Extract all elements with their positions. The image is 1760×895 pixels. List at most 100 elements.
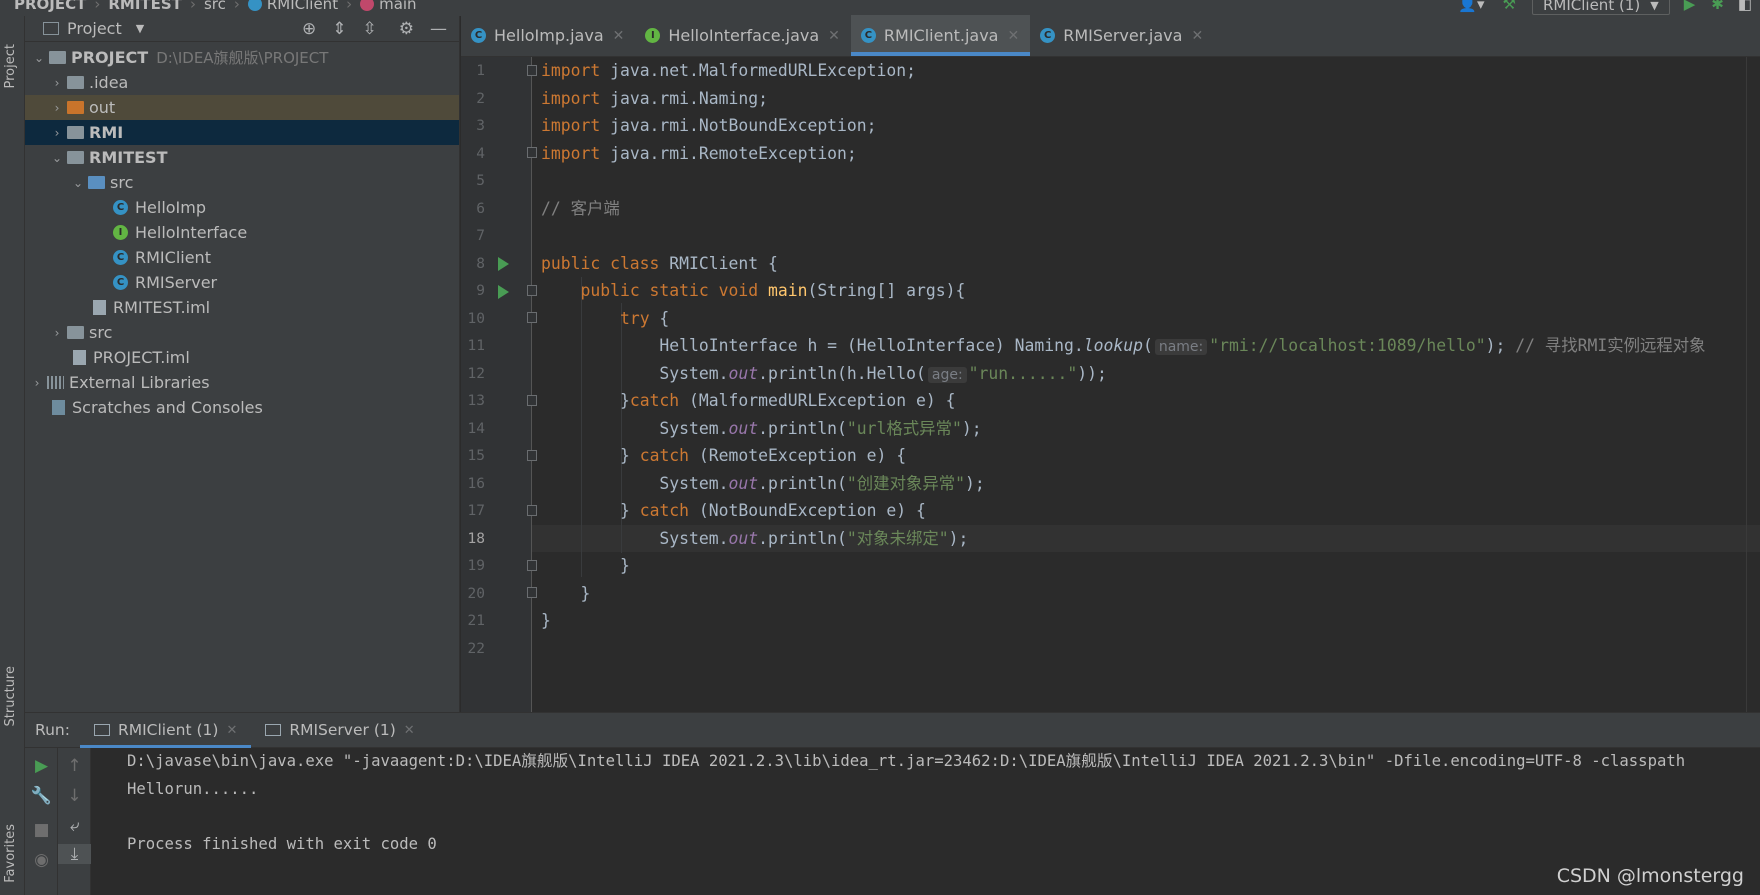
tab-hellointerface[interactable]: I HelloInterface.java ✕ [635,15,851,56]
favorites-tool-tab[interactable]: Favorites [3,824,18,883]
code-line[interactable]: System.out.println(h.Hello(age: "run.....… [541,360,1107,388]
close-icon[interactable]: ✕ [404,723,415,738]
tree-item-helloimp[interactable]: C HelloImp [25,195,459,220]
code-editor[interactable]: 1 2 3 4 5 6 7 8 9 10 11 12 13 14 15 16 1… [461,57,1760,712]
parameter-hint: age: [927,366,967,383]
code-line[interactable]: // 客户端 [541,195,620,223]
tree-item-rmitest[interactable]: ⌄ RMITEST [25,145,459,170]
code-line[interactable]: System.out.println("url格式异常"); [541,415,981,443]
chevron-right-icon[interactable]: › [27,376,47,390]
chevron-right-icon[interactable]: › [47,101,67,115]
code-line[interactable]: public class RMIClient { [541,250,778,278]
user-icon[interactable]: 👤▾ [1458,0,1484,13]
breadcrumb-method[interactable]: main [379,0,416,12]
run-tab-rmiserver[interactable]: RMIServer (1) ✕ [251,713,428,748]
tree-item-hellointerface[interactable]: I HelloInterface [25,220,459,245]
line-number: 22 [467,640,485,657]
camera-icon[interactable]: ◉ [25,850,58,870]
coverage-icon[interactable]: ◧ [1738,0,1752,13]
chevron-down-icon[interactable]: ⌄ [47,151,67,165]
arrow-up-icon[interactable]: ↑ [58,756,91,776]
chevron-down-icon[interactable]: ▼ [136,22,144,35]
fold-icon[interactable] [527,312,537,323]
breadcrumb-module[interactable]: RMITEST [108,0,182,12]
hide-icon[interactable]: — [430,19,447,39]
wrench-icon[interactable]: 🔧 [25,786,58,806]
code-line[interactable]: public static void main(String[] args){ [541,277,965,305]
tree-item-out[interactable]: › out [25,95,459,120]
close-icon[interactable]: ✕ [1191,28,1203,44]
arrow-down-icon[interactable]: ↓ [58,786,91,806]
code-line[interactable]: import java.rmi.Naming; [541,85,768,113]
project-view-select[interactable]: Project [67,19,122,38]
gear-icon[interactable]: ⚙ [399,19,414,39]
tree-item-rmiclient[interactable]: C RMIClient [25,245,459,270]
chevron-down-icon[interactable]: ⌄ [29,51,49,65]
chevron-down-icon[interactable]: ⌄ [68,176,88,190]
breadcrumb-project[interactable]: PROJECT [14,0,86,12]
tree-item-external-libraries[interactable]: › External Libraries [25,370,459,395]
scroll-to-end-icon[interactable]: ⤓ [58,844,91,864]
close-icon[interactable]: ✕ [226,723,237,738]
tree-item-root-src[interactable]: › src [25,320,459,345]
tree-item-src[interactable]: ⌄ src [25,170,459,195]
tab-rmiserver[interactable]: C RMIServer.java ✕ [1030,15,1214,56]
fold-icon[interactable] [527,450,537,461]
project-tool-tab[interactable]: Project [3,44,18,88]
soft-wrap-icon[interactable]: ⤶ [58,816,91,836]
debug-icon[interactable]: ✱ [1711,0,1724,13]
run-tab-rmiclient[interactable]: RMIClient (1) ✕ [79,713,252,748]
code-line[interactable]: }catch (MalformedURLException e) { [541,387,956,415]
expand-all-icon[interactable]: ⇕ [332,19,346,39]
stop-icon[interactable]: ■ [25,820,58,840]
code-line[interactable]: import java.net.MalformedURLException; [541,57,916,85]
close-icon[interactable]: ✕ [828,28,840,44]
console-output[interactable]: D:\javase\bin\java.exe "-javaagent:D:\ID… [115,748,1760,895]
code-line[interactable]: } catch (RemoteException e) { [541,442,906,470]
tab-helloimp[interactable]: C HelloImp.java ✕ [461,15,635,56]
code-line[interactable]: import java.rmi.RemoteException; [541,140,857,168]
fold-icon[interactable] [527,147,537,158]
code-line[interactable]: System.out.println("对象未绑定"); [541,525,968,553]
static-field: out [728,528,759,548]
tree-item-project-iml[interactable]: PROJECT.iml [25,345,459,370]
breadcrumb-class[interactable]: RMIClient [267,0,338,12]
code-line[interactable]: } catch (NotBoundException e) { [541,497,926,525]
run-main-icon[interactable] [498,284,509,299]
structure-tool-tab[interactable]: Structure [3,666,18,726]
tree-item-scratches[interactable]: Scratches and Consoles [25,395,459,420]
tab-rmiclient[interactable]: C RMIClient.java ✕ [850,15,1031,56]
chevron-right-icon[interactable]: › [47,126,67,140]
code-line[interactable]: System.out.println("创建对象异常"); [541,470,984,498]
code-line[interactable]: try { [541,305,669,333]
close-icon[interactable]: ✕ [613,28,625,44]
code-line[interactable]: } [541,607,551,635]
string-literal: "创建对象异常" [846,473,966,493]
fold-icon[interactable] [527,587,537,598]
close-icon[interactable]: ✕ [1007,28,1019,44]
fold-icon[interactable] [527,285,537,296]
run-icon[interactable]: ▶ [1684,0,1696,13]
tree-item-project-root[interactable]: ⌄ PROJECT D:\IDEA旗舰版\PROJECT [25,45,459,70]
fold-icon[interactable] [527,65,537,76]
tree-item-rmitest-iml[interactable]: RMITEST.iml [25,295,459,320]
code-line[interactable]: import java.rmi.NotBoundException; [541,112,877,140]
fold-icon[interactable] [527,505,537,516]
tree-item-rmiserver[interactable]: C RMIServer [25,270,459,295]
code-line[interactable]: } [541,580,590,608]
fold-icon[interactable] [527,395,537,406]
tree-item-idea[interactable]: › .idea [25,70,459,95]
tree-item-rmi[interactable]: › RMI [25,120,459,145]
code-line[interactable]: } [541,552,630,580]
run-class-icon[interactable] [498,257,509,271]
rerun-icon[interactable]: ▶ [25,756,58,776]
chevron-right-icon[interactable]: › [47,326,67,340]
code-line[interactable]: HelloInterface h = (HelloInterface) Nami… [541,332,1706,360]
breadcrumb-src[interactable]: src [204,0,226,12]
run-configuration-select[interactable]: RMIClient (1) ▼ [1531,0,1670,15]
fold-icon[interactable] [527,560,537,571]
collapse-all-icon[interactable]: ⇳ [363,19,377,39]
locate-icon[interactable]: ⊕ [302,19,316,39]
chevron-right-icon[interactable]: › [47,76,67,90]
build-hammer-icon[interactable]: ⚒ [1503,0,1516,13]
